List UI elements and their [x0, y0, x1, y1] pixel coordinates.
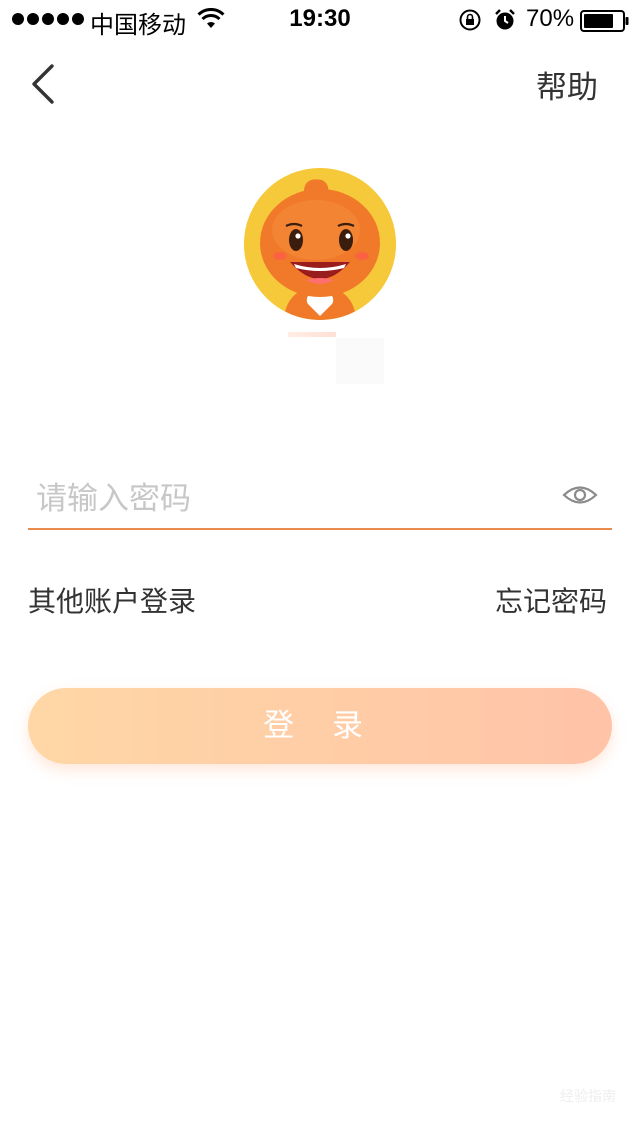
rotation-lock-icon — [459, 9, 481, 31]
mascot-avatar-image — [244, 168, 396, 320]
status-bar: 中国移动 19:30 70% — [0, 0, 640, 40]
other-account-login-link[interactable]: 其他账户登录 — [28, 580, 196, 620]
watermark: 经验指南 — [560, 1089, 616, 1105]
login-button[interactable]: 登 录 — [28, 688, 612, 764]
username-redacted — [288, 332, 336, 337]
avatar — [244, 168, 396, 320]
username-redacted-block — [336, 338, 384, 384]
alarm-icon — [495, 9, 515, 30]
battery-percent: 70% — [526, 5, 575, 32]
password-input[interactable] — [36, 476, 536, 522]
help-link[interactable]: 帮助 — [536, 62, 598, 107]
back-button[interactable] — [22, 58, 66, 108]
eye-icon[interactable] — [562, 482, 598, 508]
login-screen: 中国移动 19:30 70% 帮助 其他账户登录 忘记密码 登 录 经验指南 — [0, 0, 640, 1136]
battery-icon — [580, 10, 629, 32]
forgot-password-link[interactable]: 忘记密码 — [495, 580, 607, 620]
password-field — [28, 470, 612, 530]
